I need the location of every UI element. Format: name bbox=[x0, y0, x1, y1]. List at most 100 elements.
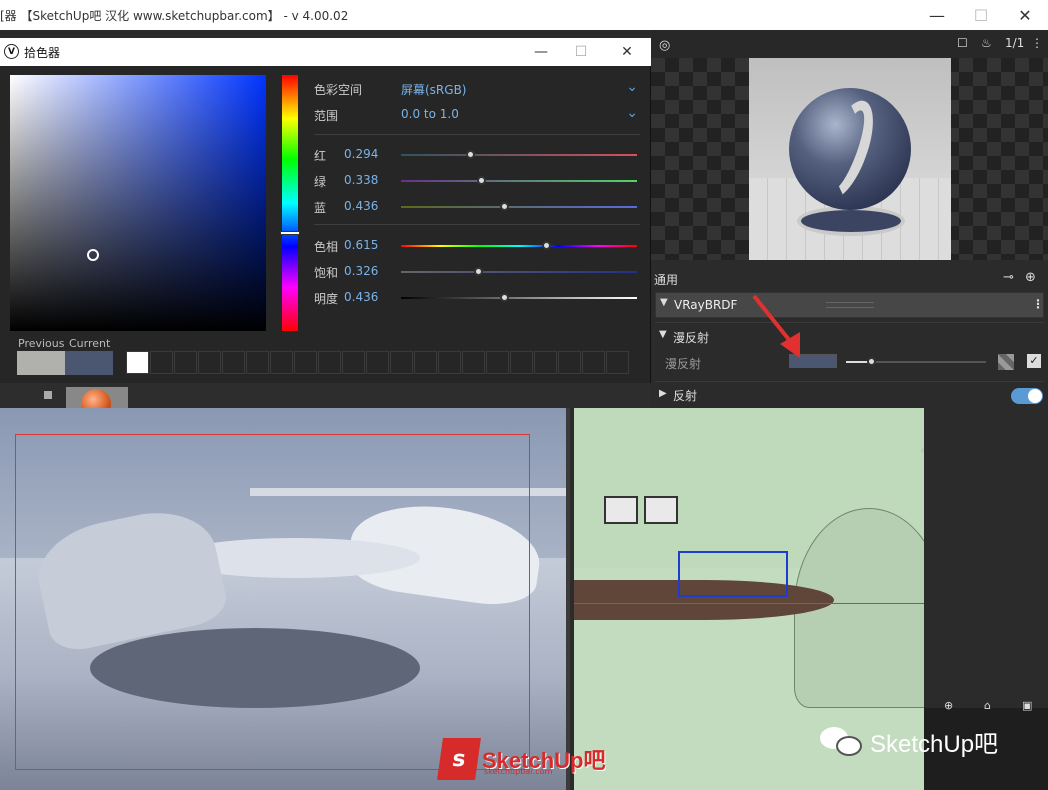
custom-swatch[interactable] bbox=[462, 351, 485, 374]
vray-logo-icon: V bbox=[4, 44, 19, 59]
teapot-icon[interactable]: ♨ bbox=[981, 36, 992, 50]
custom-swatch[interactable] bbox=[222, 351, 245, 374]
slider-knob[interactable] bbox=[466, 150, 476, 159]
custom-swatch[interactable] bbox=[438, 351, 461, 374]
custom-swatch[interactable] bbox=[606, 351, 629, 374]
picker-close-button[interactable]: ✕ bbox=[607, 38, 647, 66]
color-picker-window: V 拾色器 — ☐ ✕ 色彩空间 屏幕(sRGB) ⌄ 范围 0.0 to 1.… bbox=[0, 38, 651, 408]
picker-maximize-button[interactable]: ☐ bbox=[561, 38, 601, 66]
picker-minimize-button[interactable]: — bbox=[521, 38, 561, 66]
chevron-left-icon[interactable]: ‹ bbox=[920, 443, 928, 469]
custom-swatch[interactable] bbox=[534, 351, 557, 374]
saturation-value-field[interactable] bbox=[10, 75, 266, 331]
lock-icon[interactable] bbox=[44, 391, 52, 399]
add-material-icon[interactable]: ⊕ bbox=[944, 699, 953, 712]
previous-color-swatch[interactable] bbox=[17, 351, 65, 375]
more-options-icon[interactable]: ⋮ bbox=[1031, 36, 1043, 50]
collapse-triangle-icon[interactable]: ▼ bbox=[660, 297, 668, 308]
drag-handle[interactable] bbox=[826, 302, 874, 308]
slider-value[interactable]: 0.294 bbox=[344, 147, 378, 161]
custom-swatch[interactable] bbox=[318, 351, 341, 374]
save-icon[interactable]: ▣ bbox=[1022, 699, 1032, 712]
expand-triangle-icon[interactable]: ▶ bbox=[659, 388, 667, 399]
app-minimize-button[interactable]: — bbox=[914, 0, 960, 30]
slider-track[interactable] bbox=[401, 245, 637, 247]
render-viewport[interactable] bbox=[0, 408, 570, 790]
custom-swatch[interactable] bbox=[126, 351, 149, 374]
selection-box[interactable] bbox=[678, 551, 788, 597]
custom-swatch[interactable] bbox=[198, 351, 221, 374]
color-space-value[interactable]: 屏幕(sRGB) bbox=[401, 81, 467, 98]
viewport-divider[interactable] bbox=[566, 408, 570, 790]
custom-swatch[interactable] bbox=[510, 351, 533, 374]
slider-value[interactable]: 0.436 bbox=[344, 290, 378, 304]
previous-label: Previous bbox=[18, 337, 65, 350]
custom-swatch-row bbox=[126, 351, 630, 375]
texture-map-icon[interactable] bbox=[998, 354, 1014, 370]
custom-swatch[interactable] bbox=[558, 351, 581, 374]
hue-marker[interactable] bbox=[280, 231, 300, 235]
custom-swatch[interactable] bbox=[150, 351, 173, 374]
green-slider-row[interactable]: 绿 0.338 bbox=[314, 171, 640, 191]
slider-track[interactable] bbox=[401, 180, 637, 182]
pin-icon[interactable]: ⊸ bbox=[1003, 270, 1014, 285]
range-value[interactable]: 0.0 to 1.0 bbox=[401, 107, 459, 121]
slider-knob[interactable] bbox=[542, 241, 552, 250]
slider-value[interactable]: 0.615 bbox=[344, 238, 378, 252]
custom-swatch[interactable] bbox=[342, 351, 365, 374]
material-preview-render bbox=[749, 58, 951, 260]
square-icon[interactable]: ☐ bbox=[957, 36, 968, 50]
app-close-button[interactable]: ✕ bbox=[1002, 0, 1048, 30]
diffuse-section-title: 漫反射 bbox=[673, 331, 710, 345]
chevron-down-icon[interactable]: ⌄ bbox=[626, 105, 638, 121]
open-folder-icon[interactable]: ⌂ bbox=[984, 699, 991, 712]
slider-value[interactable]: 0.326 bbox=[344, 264, 378, 278]
custom-swatch[interactable] bbox=[294, 351, 317, 374]
diffuse-section-header[interactable]: ▼ 漫反射 bbox=[655, 322, 1044, 348]
slider-track[interactable] bbox=[401, 297, 637, 299]
material-thumbnail[interactable] bbox=[66, 387, 128, 408]
sv-cursor[interactable] bbox=[87, 249, 99, 261]
range-row[interactable]: 范围 0.0 to 1.0 ⌄ bbox=[314, 105, 638, 125]
slider-value[interactable]: 0.436 bbox=[344, 199, 378, 213]
range-label: 范围 bbox=[314, 109, 339, 123]
slider-knob[interactable] bbox=[499, 202, 509, 211]
custom-swatch[interactable] bbox=[486, 351, 509, 374]
slider-knob[interactable] bbox=[476, 176, 486, 185]
logo-subtext: sketchupbar.com bbox=[484, 767, 553, 776]
blue-slider-row[interactable]: 蓝 0.436 bbox=[314, 197, 640, 217]
custom-swatch[interactable] bbox=[414, 351, 437, 374]
reflection-toggle[interactable] bbox=[1011, 388, 1043, 404]
custom-swatch[interactable] bbox=[270, 351, 293, 374]
color-space-row[interactable]: 色彩空间 屏幕(sRGB) ⌄ bbox=[314, 79, 638, 99]
slider-knob[interactable] bbox=[473, 267, 483, 276]
value-slider-row[interactable]: 明度 0.436 bbox=[314, 288, 640, 308]
slider-value[interactable]: 0.338 bbox=[344, 173, 378, 187]
preview-mode-icon[interactable]: ◎ bbox=[659, 38, 670, 53]
slider-track[interactable] bbox=[401, 154, 637, 156]
more-options-icon[interactable]: ⋮ bbox=[1032, 297, 1044, 311]
diffuse-checkbox[interactable]: ✓ bbox=[1027, 354, 1041, 368]
divider bbox=[314, 224, 640, 225]
custom-swatch[interactable] bbox=[390, 351, 413, 374]
slider-knob[interactable] bbox=[867, 357, 876, 366]
slider-label: 明度 bbox=[314, 292, 339, 306]
red-slider-row[interactable]: 红 0.294 bbox=[314, 145, 640, 165]
custom-swatch[interactable] bbox=[246, 351, 269, 374]
slider-track[interactable] bbox=[401, 271, 637, 273]
add-layer-icon[interactable]: ⊕ bbox=[1025, 270, 1036, 285]
slider-track[interactable] bbox=[401, 206, 637, 208]
hue-bar[interactable] bbox=[282, 75, 298, 331]
collapse-triangle-icon[interactable]: ▼ bbox=[659, 329, 667, 340]
slider-knob[interactable] bbox=[499, 293, 509, 302]
preview-ratio[interactable]: 1/1 bbox=[1005, 36, 1024, 50]
chevron-down-icon[interactable]: ⌄ bbox=[626, 79, 638, 95]
brdf-layer-header[interactable]: ▼ VRayBRDF ⋮ bbox=[655, 292, 1044, 318]
custom-swatch[interactable] bbox=[366, 351, 389, 374]
app-maximize-button[interactable]: ☐ bbox=[958, 0, 1004, 30]
hue-slider-row[interactable]: 色相 0.615 bbox=[314, 236, 640, 256]
custom-swatch[interactable] bbox=[582, 351, 605, 374]
reflection-section-header[interactable]: ▶ 反射 bbox=[655, 381, 1044, 407]
custom-swatch[interactable] bbox=[174, 351, 197, 374]
saturation-slider-row[interactable]: 饱和 0.326 bbox=[314, 262, 640, 282]
